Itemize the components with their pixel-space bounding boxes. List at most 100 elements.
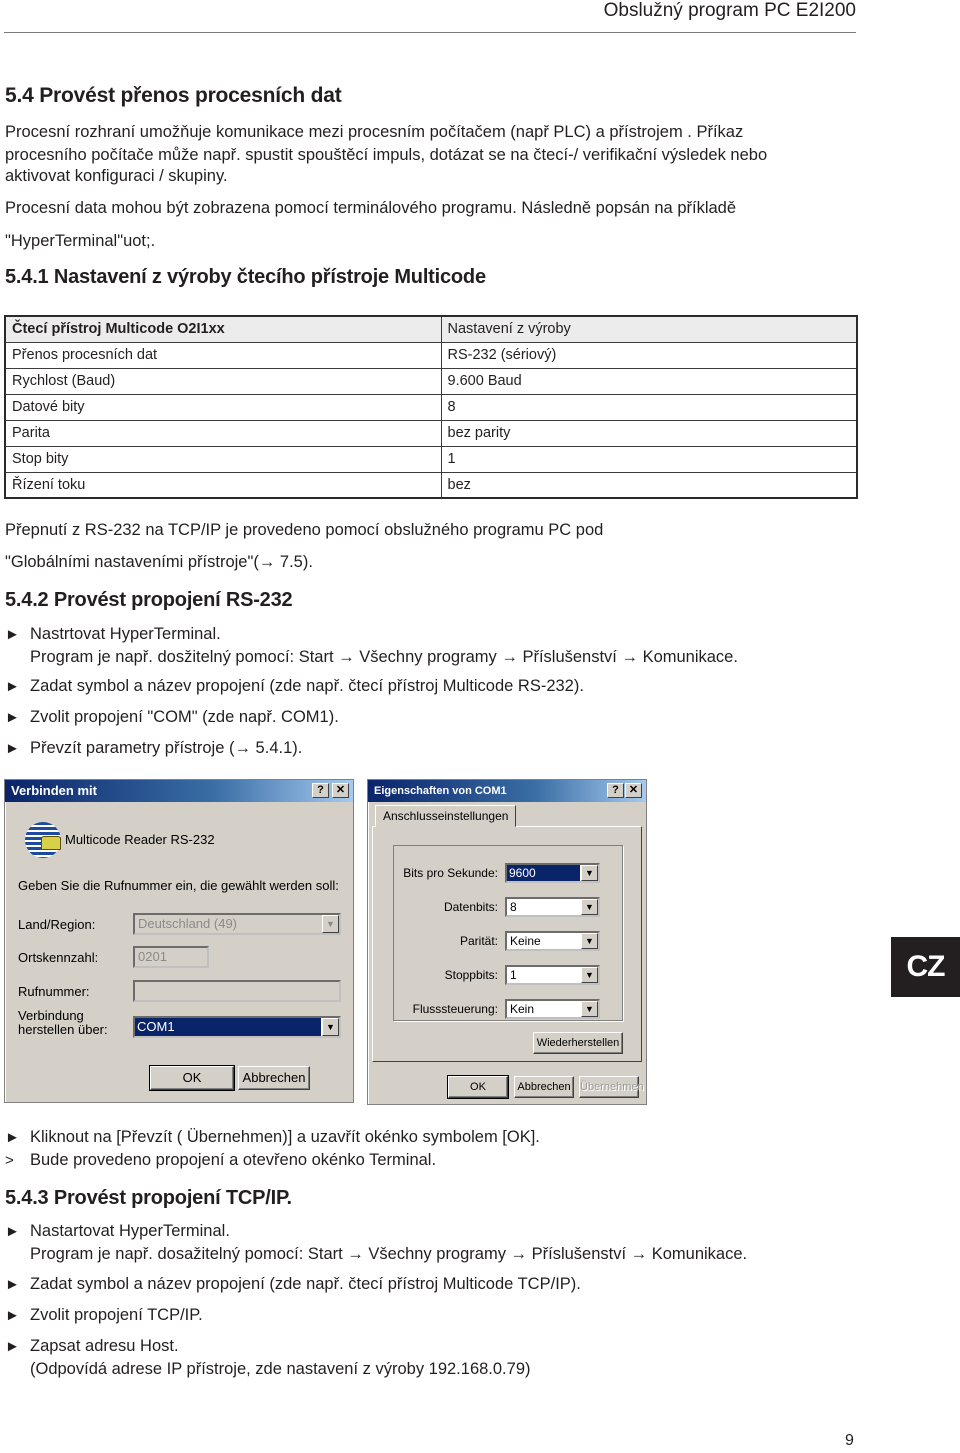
cancel-button[interactable]: Abbrechen [238, 1066, 310, 1090]
subsection-title-542: 5.4.2 Provést propojení RS-232 [5, 589, 293, 611]
dialog-title: Eigenschaften von COM1 [374, 785, 507, 797]
result-marker-icon: > [5, 1152, 14, 1169]
data-bits-label: Datenbits: [443, 900, 498, 914]
dial-prompt: Geben Sie die Rufnummer ein, die gewählt… [18, 878, 339, 893]
apply-button[interactable]: Übernehmen [579, 1076, 644, 1098]
step-text: Nastrtovat HyperTerminal. [30, 625, 221, 643]
running-header: Obslužný program PC E2I200 [603, 0, 856, 21]
com-properties-dialog: Eigenschaften von COM1 ? ✕ Anschlusseins… [367, 779, 647, 1105]
parity-select[interactable]: Keine ▼ [505, 931, 600, 951]
stop-bits-select[interactable]: 1 ▼ [505, 965, 600, 985]
step-text: Převzít parametry přístroje (→ 5.4.1). [30, 739, 303, 757]
step-item: ► Převzít parametry přístroje (→ 5.4.1). [5, 737, 302, 760]
chevron-down-icon[interactable]: ▼ [322, 1018, 339, 1036]
dialog-title: Verbinden mit [11, 783, 97, 798]
dialog-titlebar: Verbinden mit ? ✕ [5, 780, 353, 802]
page-number: 9 [845, 1432, 854, 1449]
data-bits-value: 8 [510, 900, 517, 914]
bullet-arrow-icon: ► [5, 1223, 20, 1240]
country-select[interactable]: Deutschland (49) ▼ [133, 913, 341, 935]
table-cell: Řízení toku [4, 471, 442, 499]
table-cell: 9.600 Baud [440, 367, 858, 395]
table-cell: bez [440, 471, 858, 499]
step-text: Zadat symbol a název propojení (zde např… [30, 677, 584, 695]
intro-line-3: aktivovat konfiguraci / skupiny. [5, 167, 228, 185]
step-text: Zvolit propojení TCP/IP. [30, 1306, 203, 1324]
tab-port-settings[interactable]: Anschlusseinstellungen [375, 805, 517, 827]
settings-group: Bits pro Sekunde: 9600 ▼ Datenbits: 8 ▼ … [393, 845, 623, 1021]
step-subtext: Program je např. dosžitelný pomocí: Star… [30, 648, 738, 666]
country-label: Land/Region: [18, 917, 96, 932]
restore-defaults-button[interactable]: Wiederherstellen [533, 1032, 623, 1054]
phone-number-field[interactable] [133, 980, 341, 1002]
bullet-arrow-icon: ► [5, 1129, 20, 1146]
para2-line-2: "HyperTerminal"uot;. [5, 232, 156, 250]
step-item: ► Nastartovat HyperTerminal. Program je n… [5, 1220, 747, 1265]
para2-line-1: Procesní data mohou být zobrazena pomocí… [5, 199, 737, 217]
connect-using-value: COM1 [135, 1018, 321, 1036]
phone-number-label: Rufnummer: [18, 984, 90, 999]
ok-button[interactable]: OK [447, 1075, 509, 1099]
step-text: Nastartovat HyperTerminal. [30, 1222, 230, 1240]
parity-value: Keine [510, 934, 541, 948]
connect-using-select[interactable]: COM1 ▼ [133, 1016, 341, 1038]
table-cell: bez parity [440, 419, 858, 447]
bits-per-second-value: 9600 [507, 865, 580, 881]
country-value: Deutschland (49) [138, 916, 237, 931]
step-item: ► Zapsat adresu Host. (Odpovídá adrese IP… [5, 1335, 531, 1380]
flow-control-select[interactable]: Kein ▼ [505, 999, 600, 1019]
chevron-down-icon[interactable]: ▼ [322, 915, 339, 933]
dialog-titlebar: Eigenschaften von COM1 ? ✕ [368, 780, 646, 802]
tab-panel: Bits pro Sekunde: 9600 ▼ Datenbits: 8 ▼ … [372, 826, 642, 1062]
result-item: > Bude provedeno propojení a otevřeno oké… [5, 1149, 436, 1172]
flow-control-label: Flusssteuerung: [412, 1002, 498, 1016]
table-header-cell: Čtecí přístroj Multicode O2I1xx [4, 315, 442, 343]
table-row: Parita bez parity [4, 419, 858, 447]
table-row: Datové bity 8 [4, 393, 858, 421]
data-bits-select[interactable]: 8 ▼ [505, 897, 600, 917]
ok-button[interactable]: OK [149, 1065, 235, 1091]
table-cell: Parita [4, 419, 442, 447]
language-badge: CZ [891, 937, 960, 997]
telephone-icon [41, 836, 61, 850]
bullet-arrow-icon: ► [5, 709, 20, 726]
help-button[interactable]: ? [607, 783, 624, 798]
help-button[interactable]: ? [312, 783, 329, 798]
step-text: Kliknout na [Převzít ( Übernehmen)] a uz… [30, 1128, 540, 1146]
table-cell: Stop bity [4, 445, 442, 473]
table-cell: RS-232 (sériový) [440, 341, 858, 369]
table-header-row: Čtecí přístroj Multicode O2I1xx Nastaven… [4, 315, 858, 343]
area-code-field[interactable]: 0201 [133, 946, 209, 968]
table-row: Rychlost (Baud) 9.600 Baud [4, 367, 858, 395]
note-line-1: Přepnutí z RS-232 na TCP/IP je provedeno… [5, 521, 604, 539]
bullet-arrow-icon: ► [5, 740, 20, 757]
section-title: 5.4 Provést přenos procesních dat [5, 84, 342, 107]
connect-to-dialog: Verbinden mit ? ✕ Multicode Reader RS-23… [4, 779, 354, 1103]
step-item: ► Zadat symbol a název propojení (zde nap… [5, 675, 584, 698]
note-line-2: "Globálními nastaveními přístroje"(→ 7.5… [5, 553, 313, 571]
intro-line-1: Procesní rozhraní umožňuje komunikace me… [5, 123, 744, 141]
chevron-down-icon[interactable]: ▼ [581, 933, 598, 949]
step-text: Zadat symbol a název propojení (zde např… [30, 1275, 581, 1293]
table-cell: 1 [440, 445, 858, 473]
step-item: ► Zadat symbol a název propojení (zde nap… [5, 1273, 581, 1296]
result-text: Bude provedeno propojení a otevřeno okén… [30, 1151, 437, 1169]
cancel-button[interactable]: Abbrechen [514, 1076, 574, 1098]
stop-bits-value: 1 [510, 968, 517, 982]
bits-per-second-select[interactable]: 9600 ▼ [505, 863, 600, 883]
subsection-title-541: 5.4.1 Nastavení z výroby čtecího přístro… [5, 266, 486, 288]
bullet-arrow-icon: ► [5, 1338, 20, 1355]
close-button[interactable]: ✕ [332, 783, 349, 798]
table-row: Stop bity 1 [4, 445, 858, 473]
bullet-arrow-icon: ► [5, 626, 20, 643]
chevron-down-icon[interactable]: ▼ [581, 967, 598, 983]
close-button[interactable]: ✕ [625, 783, 642, 798]
table-header-cell: Nastavení z výroby [440, 315, 858, 343]
area-code-label: Ortskennzahl: [18, 950, 99, 965]
chevron-down-icon[interactable]: ▼ [581, 1001, 598, 1017]
table-row: Řízení toku bez [4, 471, 858, 499]
bullet-arrow-icon: ► [5, 678, 20, 695]
chevron-down-icon[interactable]: ▼ [581, 865, 598, 881]
chevron-down-icon[interactable]: ▼ [581, 899, 598, 915]
table-cell: 8 [440, 393, 858, 421]
